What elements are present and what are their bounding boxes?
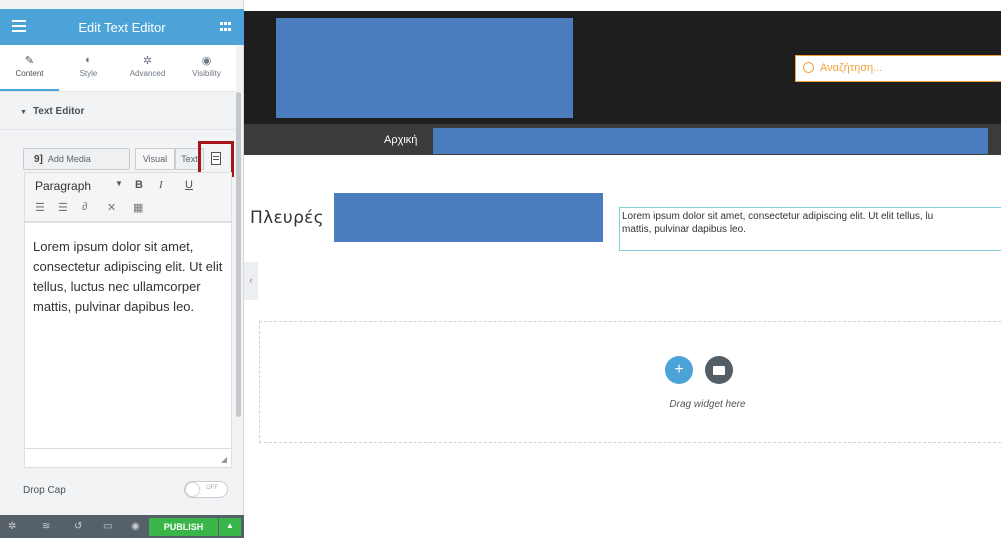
add-section-button[interactable]: +: [665, 356, 693, 384]
document-icon: [211, 152, 221, 165]
toolbar-toggle-icon[interactable]: ▦: [133, 201, 143, 214]
editor-text[interactable]: Lorem ipsum dolor sit amet, consectetur …: [33, 237, 229, 317]
preview-eye-icon[interactable]: ◉: [131, 521, 140, 532]
panel-title: Edit Text Editor: [78, 20, 166, 35]
toggle-knob: [186, 483, 199, 496]
search-input[interactable]: Αναζήτηση...: [795, 55, 1001, 82]
panel-tabs: ✎ Content ◐ Style ✲ Advanced ◉ Visibilit…: [0, 45, 236, 92]
editor-toolbar: Paragraph ▼ B I U ☰ ☰ ∂ ✕ ▦: [24, 172, 232, 222]
bold-button[interactable]: B: [135, 179, 143, 191]
history-icon[interactable]: ↺: [74, 521, 82, 532]
tab-visibility[interactable]: ◉ Visibility: [177, 45, 236, 91]
chevron-down-icon: ▼: [115, 179, 123, 188]
tab-content[interactable]: ✎ Content: [0, 45, 59, 91]
nav-placeholder: [433, 128, 988, 154]
navigator-icon[interactable]: ≋: [42, 521, 50, 532]
tab-advanced[interactable]: ✲ Advanced: [118, 45, 177, 91]
toggle-state: OFF: [206, 485, 218, 491]
resize-handle-icon[interactable]: ◢: [221, 455, 227, 464]
underline-button[interactable]: U: [185, 179, 193, 191]
caret-down-icon: ▼: [20, 109, 27, 116]
tab-style[interactable]: ◐ Style: [59, 45, 118, 91]
nav-home-link[interactable]: Αρχική: [384, 134, 417, 146]
tab-content-label: Content: [15, 69, 44, 78]
add-media-label: Add Media: [47, 154, 91, 164]
add-media-icon: 9]: [34, 154, 43, 165]
settings-icon[interactable]: ✲: [8, 521, 16, 532]
fullscreen-icon[interactable]: ✕: [107, 201, 116, 214]
section-title: Text Editor: [32, 106, 85, 117]
widgets-grid-icon[interactable]: [220, 22, 232, 32]
heading-placeholder: [334, 193, 603, 242]
screen: Edit Text Editor ✎ Content ◐ Style ✲ Adv…: [0, 0, 1001, 538]
link-icon[interactable]: ∂: [82, 201, 87, 213]
format-select[interactable]: Paragraph ▼: [35, 179, 127, 193]
empty-section-dropzone[interactable]: [259, 321, 1001, 443]
tab-visibility-label: Visibility: [192, 69, 221, 78]
add-media-button[interactable]: 9] Add Media: [23, 148, 130, 170]
publish-button[interactable]: PUBLISH: [149, 518, 218, 536]
tab-advanced-label: Advanced: [129, 69, 166, 78]
gear-icon: ✲: [142, 55, 153, 67]
publish-options-button[interactable]: ▲: [219, 518, 241, 536]
folder-icon: [713, 366, 725, 375]
logo-placeholder: [276, 18, 573, 118]
section-toggle-text-editor[interactable]: ▼ Text Editor: [0, 92, 236, 130]
editor-panel: Edit Text Editor ✎ Content ◐ Style ✲ Adv…: [0, 0, 244, 538]
drop-cap-label: Drop Cap: [23, 485, 66, 496]
page-heading[interactable]: Πλευρές: [250, 208, 324, 228]
search-icon: [803, 62, 814, 73]
collapse-panel-button[interactable]: ‹: [244, 262, 258, 300]
drop-cap-toggle[interactable]: OFF: [184, 481, 228, 498]
template-library-button[interactable]: [705, 356, 733, 384]
text-editor-area[interactable]: Lorem ipsum dolor sit amet, consectetur …: [24, 222, 232, 468]
text-editor-widget[interactable]: Lorem ipsum dolor sit amet, consectetur …: [619, 207, 1001, 251]
tab-style-label: Style: [79, 69, 98, 78]
italic-button[interactable]: I: [159, 179, 163, 191]
pencil-icon: ✎: [24, 55, 35, 67]
panel-scrollbar[interactable]: [236, 92, 241, 417]
tab-visual[interactable]: Visual: [135, 148, 175, 170]
bullet-list-icon[interactable]: ☰: [35, 201, 45, 214]
format-select-value: Paragraph: [35, 179, 92, 193]
numbered-list-icon[interactable]: ☰: [58, 201, 68, 214]
responsive-icon[interactable]: ▭: [103, 521, 112, 532]
editor-status-bar: ◢: [25, 448, 231, 467]
panel-header: Edit Text Editor: [0, 9, 244, 45]
eye-icon: ◉: [201, 55, 212, 67]
panel-footer: ✲ ≋ ↺ ▭ ◉ PUBLISH ▲: [0, 515, 244, 538]
search-placeholder: Αναζήτηση...: [820, 62, 883, 74]
drag-widget-hint: Drag widget here: [669, 399, 746, 410]
half-circle-icon: ◐: [85, 54, 92, 66]
